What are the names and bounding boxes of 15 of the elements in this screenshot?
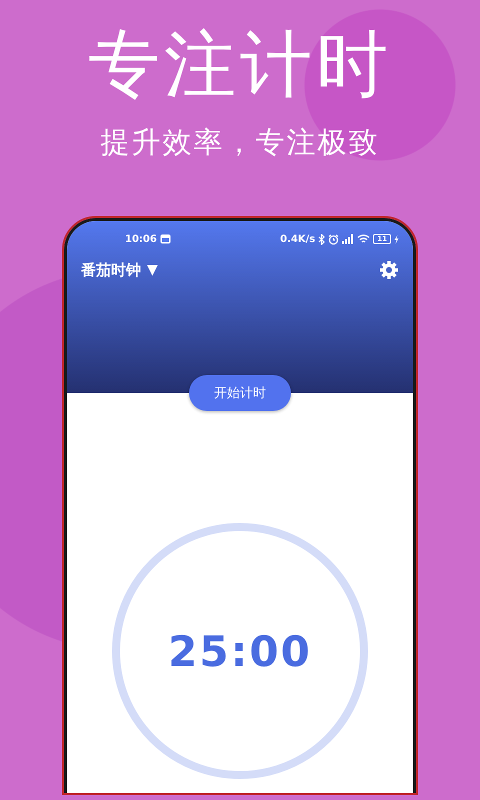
- network-speed: 0.4K/s: [280, 234, 316, 244]
- status-time: 10:06: [125, 234, 157, 244]
- calendar-icon: [160, 234, 171, 244]
- charging-icon: [394, 234, 399, 244]
- start-timer-button[interactable]: 开始计时: [189, 375, 291, 411]
- app-title[interactable]: 番茄时钟: [81, 260, 141, 280]
- signal-icon: [342, 234, 354, 244]
- timer-display: 25:00: [168, 626, 312, 676]
- bluetooth-icon: [318, 234, 326, 244]
- alarm-clock-icon: [328, 234, 340, 244]
- dropdown-icon[interactable]: ▼: [147, 262, 158, 278]
- subtitle: 提升效率，专注极致: [100, 124, 380, 160]
- settings-icon[interactable]: [379, 260, 399, 280]
- headline: 专注计时: [87, 21, 393, 108]
- wifi-icon: [357, 234, 370, 244]
